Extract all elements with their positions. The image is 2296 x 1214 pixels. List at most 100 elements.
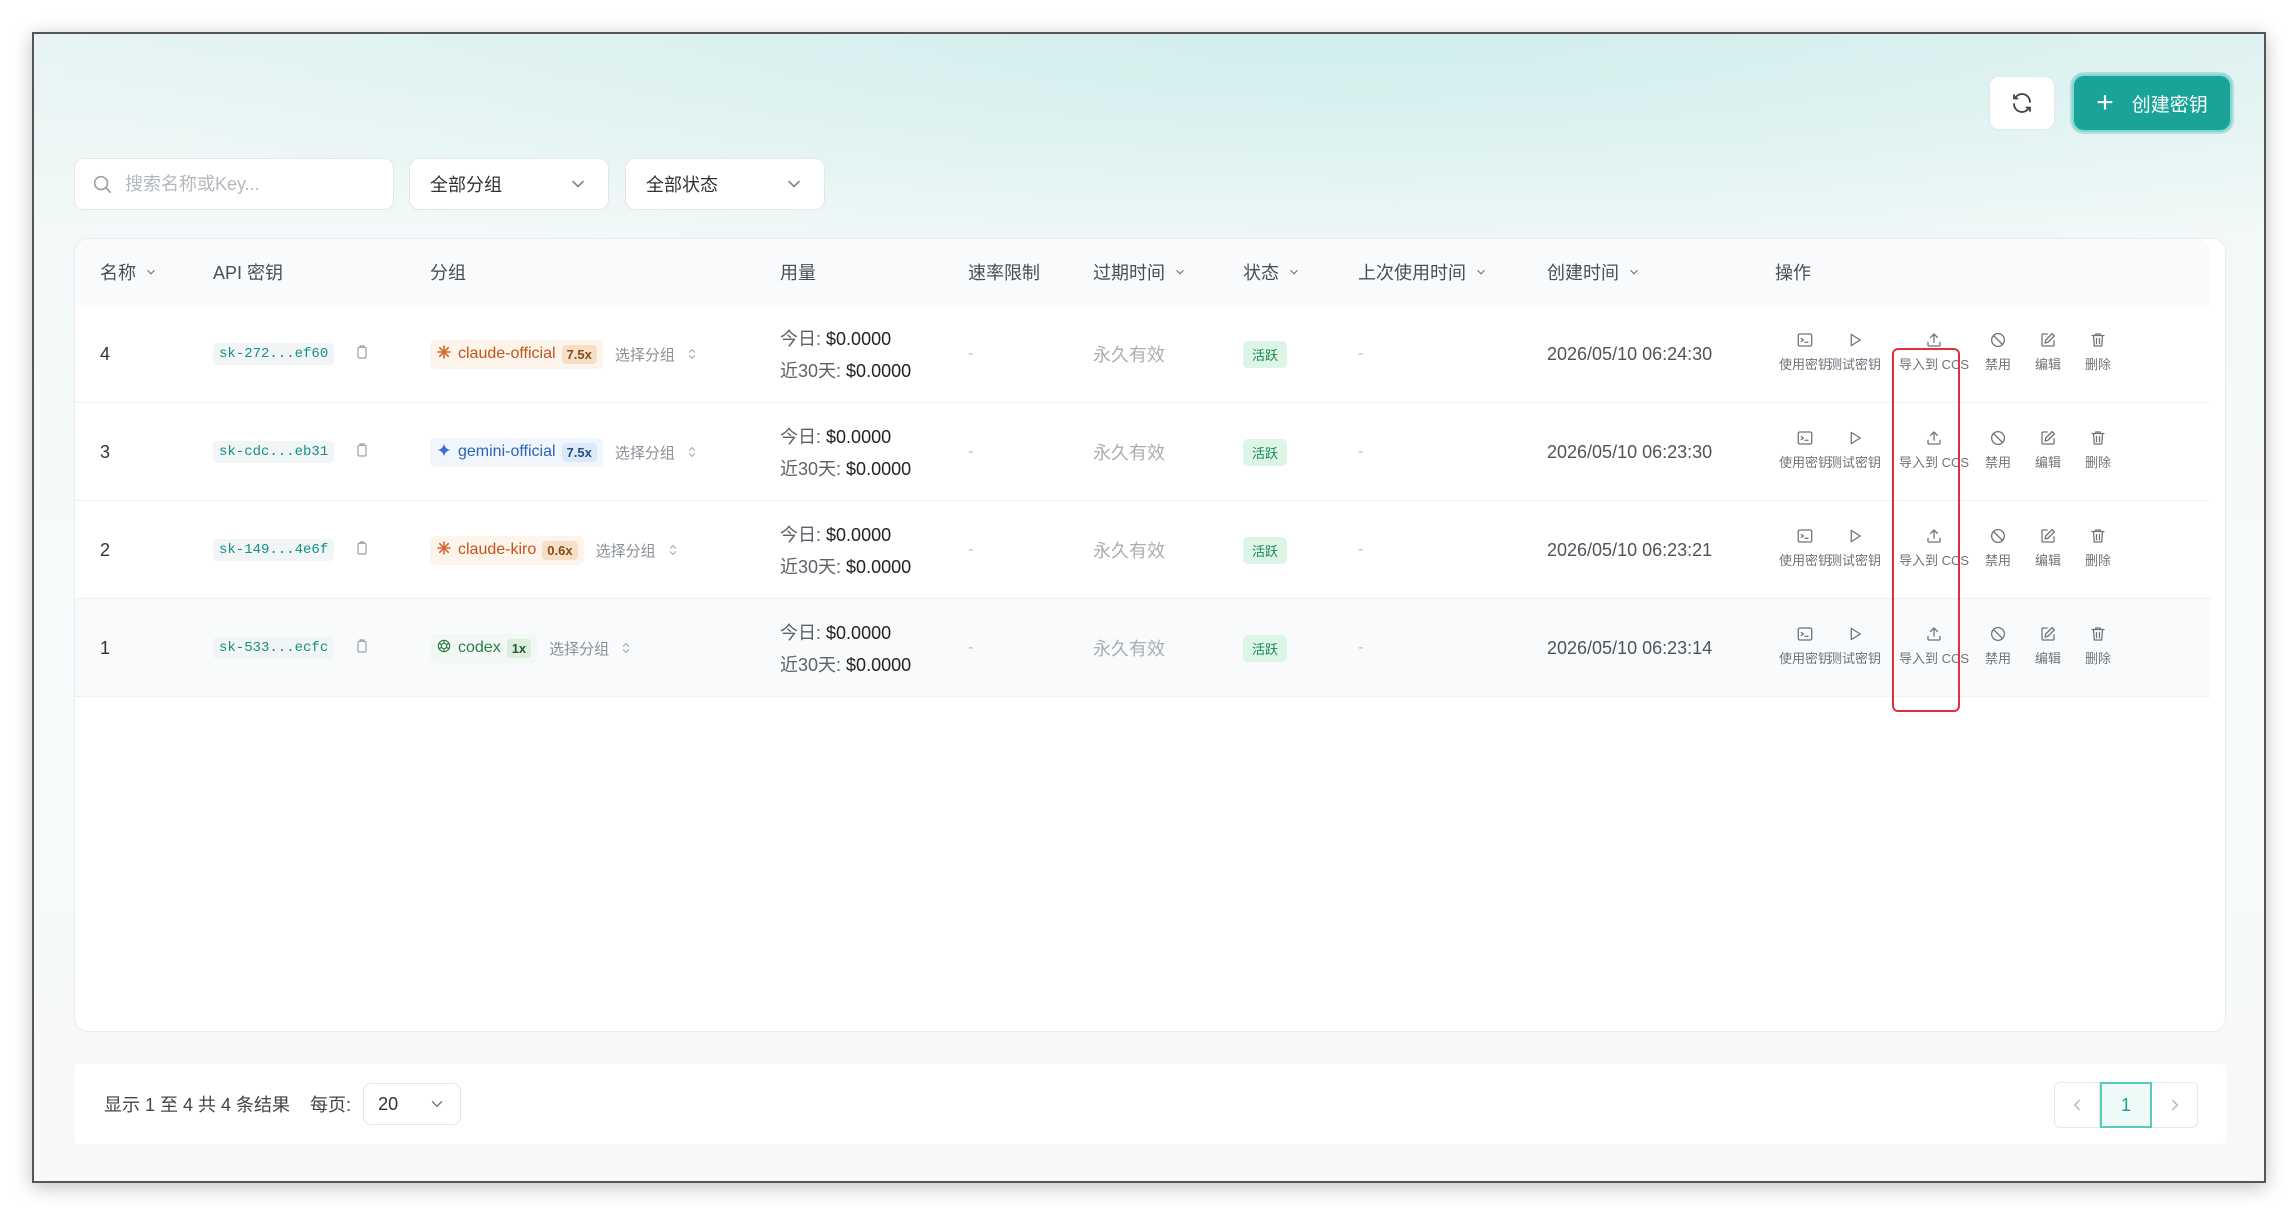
- api-key-value: sk-272...ef60: [213, 343, 335, 365]
- table-row: 4 sk-272...ef60 claude-official 7.5x 选择分…: [75, 305, 2210, 403]
- group-filter-value: 全部分组: [430, 175, 502, 195]
- select-group-dropdown[interactable]: 选择分组: [549, 638, 631, 659]
- api-key-value: sk-cdc...eb31: [213, 441, 335, 463]
- group-multiplier: 7.5x: [561, 442, 597, 462]
- column-header-expire[interactable]: 过期时间: [1093, 239, 1187, 305]
- group-cell: claude-official 7.5x 选择分组: [430, 305, 697, 403]
- per-page-select[interactable]: 20: [363, 1083, 462, 1125]
- play-icon: [1846, 331, 1864, 352]
- test-key-button[interactable]: 测试密钥: [1815, 429, 1895, 471]
- terminal-icon: [1796, 429, 1814, 450]
- pagination-bar: 显示 1 至 4 共 4 条结果 每页: 20 1: [74, 1064, 2226, 1144]
- page-button-current[interactable]: 1: [2100, 1082, 2152, 1128]
- group-cell: claude-kiro 0.6x 选择分组: [430, 501, 678, 599]
- table-row: 2 sk-149...4e6f claude-kiro 0.6x 选择分组 今日…: [75, 501, 2210, 599]
- openai-icon: [436, 638, 452, 659]
- rate-limit-value: -: [968, 639, 974, 656]
- trash-icon: [2089, 527, 2107, 548]
- usage-today: 今日: $0.0000: [780, 329, 892, 349]
- api-key-value: sk-533...ecfc: [213, 637, 335, 659]
- upload-icon: [1925, 429, 1943, 450]
- last-used-value: -: [1358, 345, 1364, 362]
- action-label: 删除: [2084, 553, 2111, 568]
- play-icon: [1846, 429, 1864, 450]
- create-key-button[interactable]: + 创建密钥: [2072, 74, 2232, 132]
- group-multiplier: 0.6x: [542, 540, 578, 560]
- last-used-value: -: [1358, 443, 1364, 460]
- group-badge: gemini-official 7.5x: [430, 437, 603, 467]
- test-key-button[interactable]: 测试密钥: [1815, 527, 1895, 569]
- usage-cell: 今日: $0.0000 近30天: $0.0000: [780, 305, 911, 403]
- next-page-button[interactable]: [2152, 1082, 2198, 1128]
- copy-icon: [357, 442, 367, 457]
- copy-key-button[interactable]: [354, 540, 370, 561]
- test-key-button[interactable]: 测试密钥: [1815, 625, 1895, 667]
- key-name: 1: [100, 637, 111, 658]
- column-header-created[interactable]: 创建时间: [1547, 239, 1641, 305]
- api-key-cell: sk-149...4e6f: [213, 501, 370, 599]
- delete-button[interactable]: 删除: [2058, 527, 2138, 569]
- ban-icon: [1989, 527, 2007, 548]
- rate-limit-value: -: [968, 443, 974, 460]
- select-group-label: 选择分组: [614, 346, 675, 364]
- app-window: + 创建密钥 全部分组 全部状态 名称 API 密钥 分组 用量: [32, 32, 2266, 1183]
- usage-cell: 今日: $0.0000 近30天: $0.0000: [780, 403, 911, 501]
- table-header: 名称 API 密钥 分组 用量 速率限制 过期时间 状态 上次使用时间 创建时间…: [75, 239, 2210, 305]
- select-group-dropdown[interactable]: 选择分组: [615, 344, 697, 365]
- chevron-down-icon: [1290, 269, 1298, 275]
- search-box[interactable]: [74, 158, 394, 210]
- delete-button[interactable]: 删除: [2058, 331, 2138, 373]
- copy-icon: [357, 540, 367, 555]
- column-header-last-used[interactable]: 上次使用时间: [1358, 239, 1488, 305]
- claude-icon: [436, 540, 452, 561]
- chevron-left-icon: [2073, 1099, 2080, 1111]
- trash-icon: [2089, 331, 2107, 352]
- copy-key-button[interactable]: [354, 442, 370, 463]
- column-header-usage: 用量: [780, 263, 816, 283]
- delete-button[interactable]: 删除: [2058, 429, 2138, 471]
- usage-30d: 近30天: $0.0000: [780, 459, 912, 479]
- play-icon: [1846, 625, 1864, 646]
- plus-icon: +: [2096, 86, 2114, 119]
- action-label: 删除: [2084, 455, 2111, 470]
- group-name: gemini-official: [458, 443, 556, 460]
- refresh-button[interactable]: [1989, 76, 2055, 130]
- copy-icon: [357, 638, 367, 653]
- group-filter-select[interactable]: 全部分组: [409, 158, 609, 210]
- result-summary: 显示 1 至 4 共 4 条结果 每页: 20: [104, 1064, 462, 1144]
- group-name: codex: [458, 639, 501, 656]
- trash-icon: [2089, 625, 2107, 646]
- table-row: 3 sk-cdc...eb31 gemini-official 7.5x 选择分…: [75, 403, 2210, 501]
- column-header-group: 分组: [430, 263, 466, 283]
- copy-key-button[interactable]: [354, 638, 370, 659]
- chevron-down-icon: [572, 180, 584, 188]
- delete-button[interactable]: 删除: [2058, 625, 2138, 667]
- copy-key-button[interactable]: [354, 344, 370, 365]
- key-name: 2: [100, 539, 111, 560]
- created-time-value: 2026/05/10 06:24:30: [1547, 343, 1713, 364]
- column-header-status[interactable]: 状态: [1243, 239, 1301, 305]
- status-filter-select[interactable]: 全部状态: [625, 158, 825, 210]
- play-icon: [1846, 527, 1864, 548]
- prev-page-button[interactable]: [2054, 1082, 2100, 1128]
- select-group-dropdown[interactable]: 选择分组: [615, 442, 697, 463]
- per-page-value: 20: [378, 1093, 399, 1114]
- test-key-button[interactable]: 测试密钥: [1815, 331, 1895, 373]
- pager: 1: [2054, 1082, 2198, 1128]
- column-header-name[interactable]: 名称: [100, 239, 158, 305]
- upload-icon: [1925, 625, 1943, 646]
- usage-cell: 今日: $0.0000 近30天: $0.0000: [780, 501, 911, 599]
- chevron-down-icon: [1630, 269, 1638, 275]
- chevron-down-icon: [788, 180, 800, 188]
- actions-cell: 使用密钥 测试密钥 导入到 CCS 禁用 编辑 删除: [1770, 501, 2130, 599]
- group-multiplier: 1x: [506, 638, 532, 658]
- search-input[interactable]: [125, 173, 375, 195]
- edit-icon: [2039, 527, 2057, 548]
- key-name: 4: [100, 343, 111, 364]
- result-summary-text: 显示 1 至 4 共 4 条结果: [104, 1095, 291, 1115]
- usage-cell: 今日: $0.0000 近30天: $0.0000: [780, 599, 911, 697]
- table-row: 1 sk-533...ecfc codex 1x 选择分组 今日: $0.000…: [75, 599, 2210, 697]
- ban-icon: [1989, 429, 2007, 450]
- select-group-dropdown[interactable]: 选择分组: [596, 540, 678, 561]
- group-cell: codex 1x 选择分组: [430, 599, 631, 697]
